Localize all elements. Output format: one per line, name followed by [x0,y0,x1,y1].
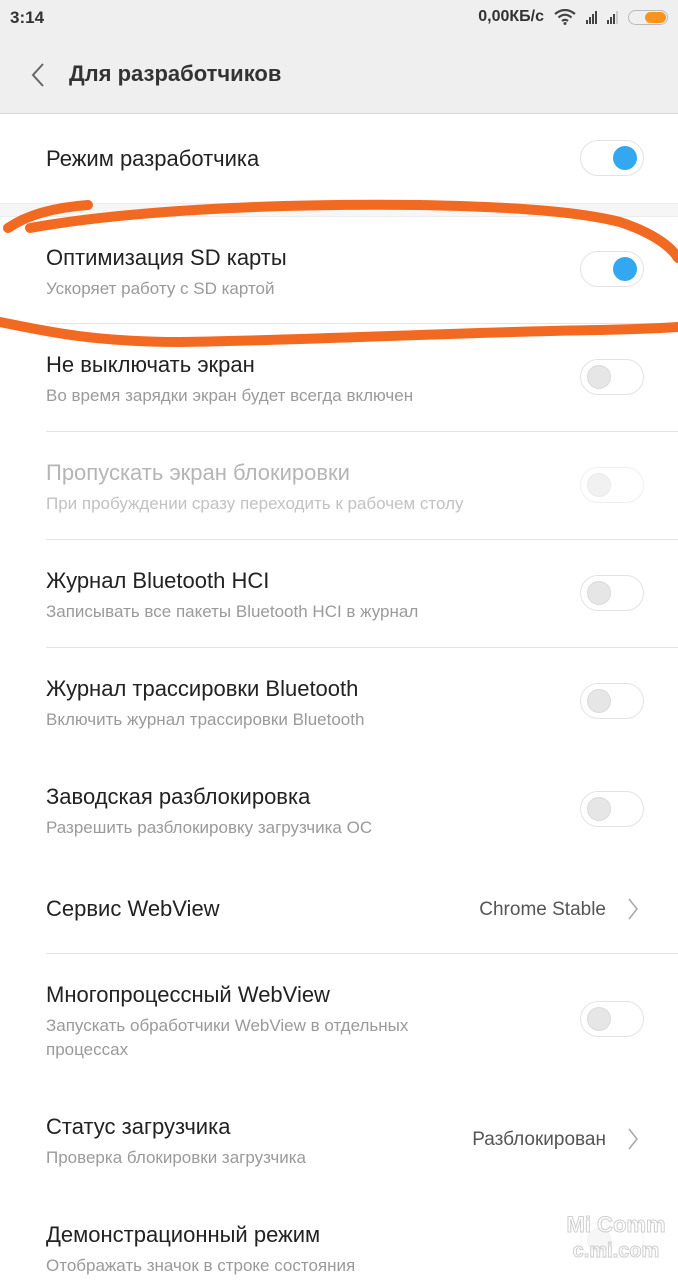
setting-bluetooth-hci-log[interactable]: Журнал Bluetooth HCI Записывать все паке… [0,540,678,647]
setting-subtitle: Во время зарядки экран будет всегда вклю… [46,386,414,405]
setting-stay-awake[interactable]: Не выключать экран Во время зарядки экра… [0,324,678,431]
setting-title: Сервис WebView [46,896,220,921]
setting-subtitle: Разрешить разблокировку загрузчика ОС [46,818,373,837]
setting-title: Оптимизация SD карты [46,245,287,270]
bootloader-value: Разблокирован [472,1129,606,1150]
setting-bluetooth-trace-log[interactable]: Журнал трассировки Bluetooth Включить жу… [0,648,678,755]
toggle-knob [613,146,637,170]
toggle-knob [587,1007,611,1031]
setting-title: Демонстрационный режим [46,1222,321,1247]
setting-title: Многопроцессный WebView [46,982,330,1007]
setting-title: Заводская разблокировка [46,784,311,809]
watermark-line2: c.mi.com [572,1240,660,1263]
setting-title: Статус загрузчика [46,1114,231,1139]
toggle-knob [587,365,611,389]
setting-bootloader-status[interactable]: Статус загрузчика Проверка блокировки за… [0,1094,678,1200]
watermark-line1: Mi Comm [566,1212,666,1238]
setting-subtitle: Проверка блокировки загрузчика [46,1148,306,1167]
toggle-knob [587,581,611,605]
signal-sim1-icon [586,10,597,24]
setting-subtitle: При пробуждении сразу переходить к рабоч… [46,494,464,513]
status-time: 3:14 [10,8,45,27]
app-header: Для разработчиков [0,38,678,114]
page-title: Для разработчиков [69,61,282,86]
webview-value: Chrome Stable [479,899,606,920]
setting-webview-service[interactable]: Сервис WebView Chrome Stable [0,864,678,953]
skip-lockscreen-toggle [580,467,644,503]
setting-title: Не выключать экран [46,352,255,377]
setting-multiprocess-webview[interactable]: Многопроцессный WebView Запускать обрабо… [0,954,678,1094]
setting-title: Пропускать экран блокировки [46,460,350,485]
developer-mode-toggle[interactable] [580,140,644,176]
watermark: Mi Comm c.mi.com [554,1212,678,1272]
setting-subtitle: Включить журнал трассировки Bluetooth [46,710,365,729]
toggle-knob [587,797,611,821]
stay-awake-toggle[interactable] [580,359,644,395]
chevron-right-icon [628,898,639,920]
setting-title: Режим разработчика [46,146,260,171]
setting-subtitle-line1: Запускать обработчики WebView в отдельны… [46,1016,409,1035]
back-button[interactable] [26,60,56,90]
setting-skip-lockscreen: Пропускать экран блокировки При пробужде… [0,432,678,539]
section-gap [0,203,678,217]
setting-developer-mode[interactable]: Режим разработчика [0,114,678,203]
setting-subtitle: Отображать значок в строке состояния [46,1256,356,1275]
battery-icon [628,9,668,25]
toggle-knob [587,473,611,497]
setting-sd-optimization[interactable]: Оптимизация SD карты Ускоряет работу с S… [0,217,678,323]
multiprocess-webview-toggle[interactable] [580,1001,644,1037]
bluetooth-hci-toggle[interactable] [580,575,644,611]
network-speed: 0,00КБ/с [478,8,544,25]
setting-title: Журнал трассировки Bluetooth [46,676,359,701]
setting-oem-unlock[interactable]: Заводская разблокировка Разрешить разбло… [0,756,678,863]
setting-subtitle: Записывать все пакеты Bluetooth HCI в жу… [46,602,419,621]
signal-sim2-icon [607,10,618,24]
battery-level [645,11,666,23]
status-bar: 3:14 0,00КБ/с [0,0,678,38]
oem-unlock-toggle[interactable] [580,791,644,827]
setting-subtitle: Ускоряет работу с SD картой [46,279,275,298]
wifi-icon [554,9,576,25]
sd-optimization-toggle[interactable] [580,251,644,287]
chevron-right-icon [628,1128,639,1150]
toggle-knob [587,689,611,713]
bluetooth-trace-toggle[interactable] [580,683,644,719]
setting-subtitle-line2: процессах [46,1040,129,1059]
toggle-knob [613,257,637,281]
setting-title: Журнал Bluetooth HCI [46,568,270,593]
